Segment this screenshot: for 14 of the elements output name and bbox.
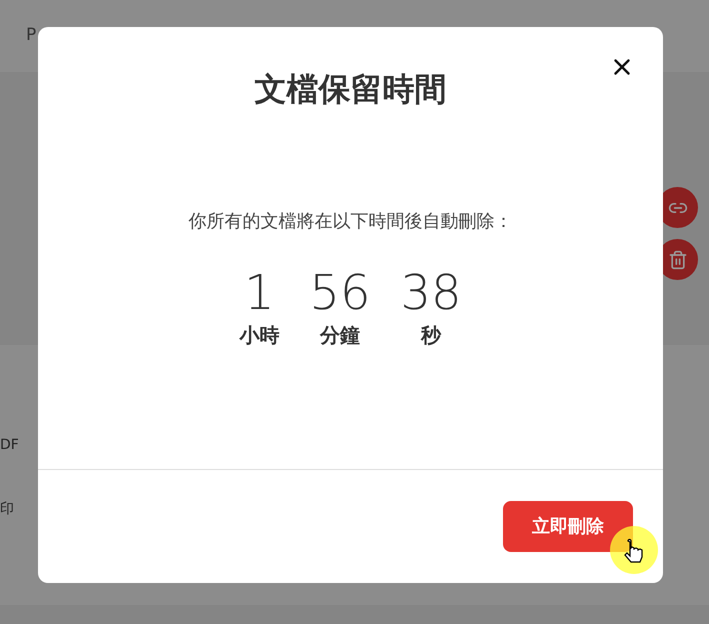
countdown-value: 38	[400, 265, 462, 321]
countdown-value: 1	[244, 265, 275, 321]
countdown-unit: 小時	[239, 322, 280, 349]
countdown-unit: 分鐘	[320, 322, 360, 349]
countdown-value: 56	[309, 265, 370, 321]
cursor-icon	[610, 526, 658, 574]
header-text: P	[26, 24, 36, 48]
trash-icon	[668, 250, 688, 270]
countdown-unit: 秒	[421, 322, 442, 349]
side-text: 印	[0, 500, 14, 519]
delete-now-button[interactable]: 立即刪除	[503, 501, 633, 552]
message-text: 你所有的文檔將在以下時間後自動刪除：	[188, 210, 512, 234]
dialog-title: 文檔保留時間	[254, 69, 446, 110]
side-text: DF	[0, 436, 19, 455]
